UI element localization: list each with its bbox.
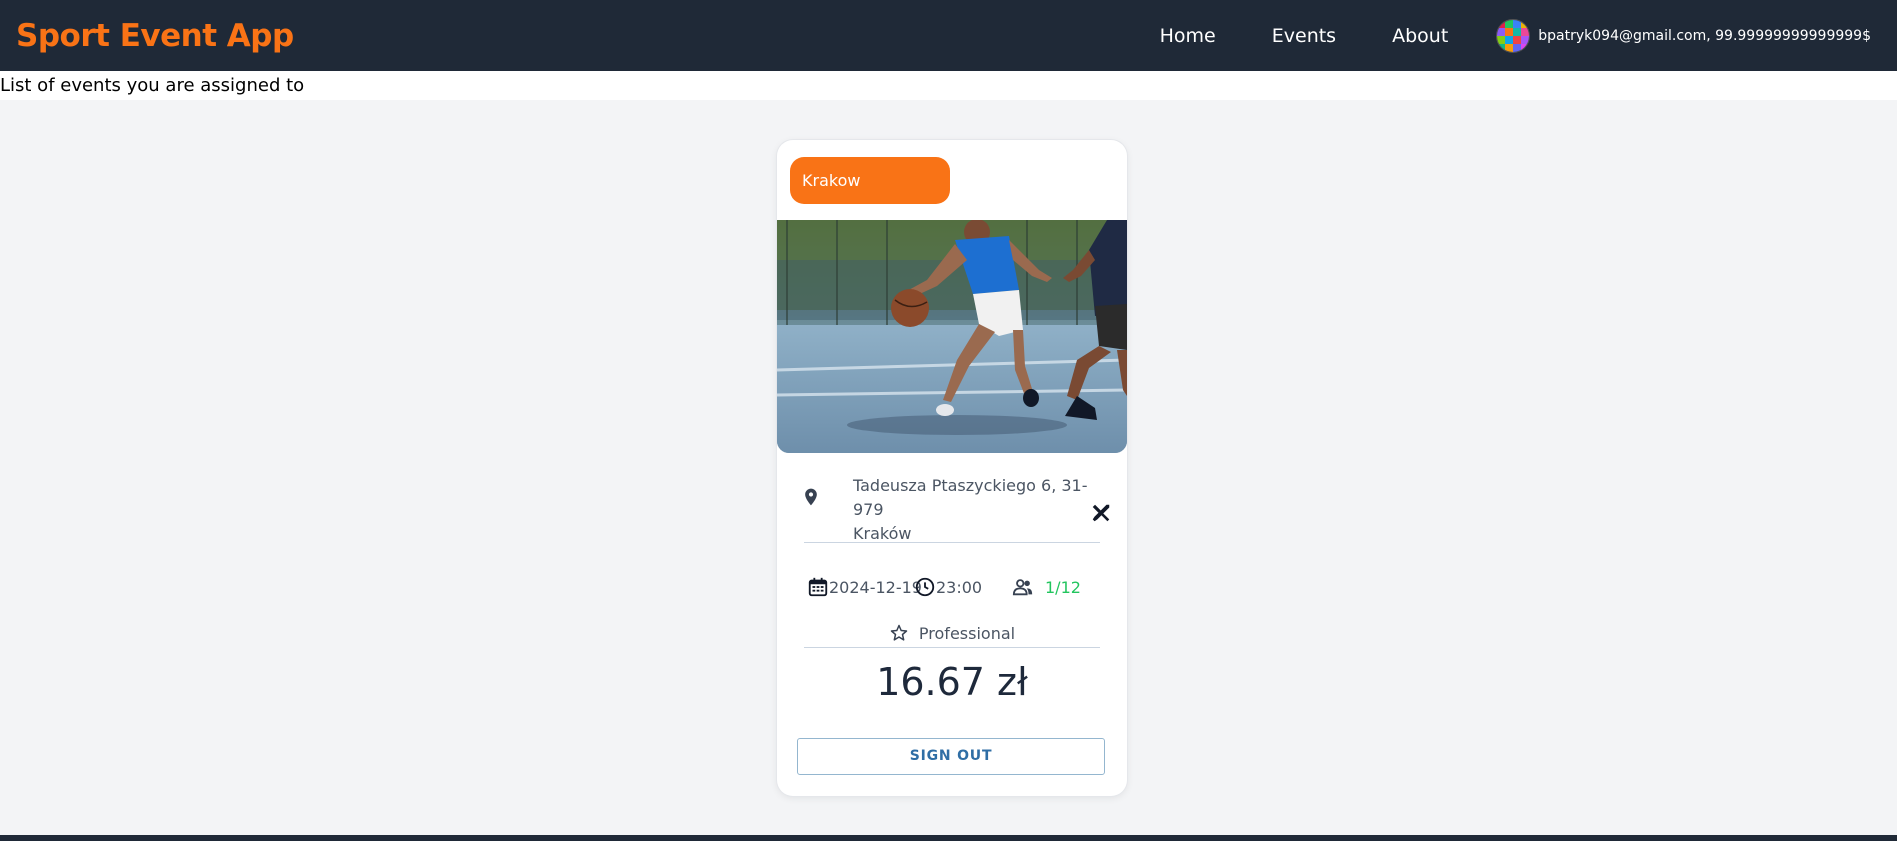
event-time: 23:00 bbox=[936, 577, 983, 597]
user-info: bpatryk094@gmail.com, 99.99999999999999$ bbox=[1538, 27, 1871, 44]
meta-row: 2024-12-19 23:00 1/12 bbox=[807, 573, 1107, 601]
level-row: Professional bbox=[777, 623, 1127, 643]
event-price: 16.67 zł bbox=[876, 660, 1028, 704]
nav-home[interactable]: Home bbox=[1160, 25, 1216, 47]
top-navbar: Sport Event App Home Events About bpatry… bbox=[0, 0, 1897, 71]
event-photo bbox=[777, 220, 1127, 453]
footer-bar bbox=[0, 835, 1897, 841]
address-line1: Tadeusza Ptaszyckiego 6, 31-979 bbox=[853, 476, 1088, 519]
players-count: 1/12 bbox=[1045, 577, 1081, 597]
people-icon bbox=[1012, 579, 1033, 596]
nav-right: Home Events About bpatryk094@gmail.com, … bbox=[1160, 18, 1871, 53]
user-menu[interactable]: bpatryk094@gmail.com, 99.99999999999999$ bbox=[1496, 18, 1871, 53]
star-icon bbox=[890, 624, 908, 641]
divider bbox=[804, 542, 1100, 543]
tools-icon bbox=[1092, 504, 1110, 522]
time-item: 23:00 bbox=[914, 573, 982, 601]
app-brand[interactable]: Sport Event App bbox=[16, 18, 294, 54]
calendar-icon bbox=[808, 577, 828, 597]
players-item: 1/12 bbox=[1010, 573, 1081, 601]
city-badge: Krakow bbox=[790, 157, 950, 204]
event-card: Krakow Tadeusza Ptaszyckiego 6, 31-979 K… bbox=[777, 140, 1127, 796]
date-item: 2024-12-19 bbox=[807, 573, 922, 601]
nav-about[interactable]: About bbox=[1392, 25, 1448, 47]
sign-out-button[interactable]: SIGN OUT bbox=[797, 738, 1105, 775]
event-date: 2024-12-19 bbox=[829, 577, 922, 597]
clock-icon bbox=[915, 577, 935, 597]
address: Tadeusza Ptaszyckiego 6, 31-979 Kraków bbox=[853, 474, 1103, 546]
nav-events[interactable]: Events bbox=[1272, 25, 1336, 47]
divider bbox=[804, 647, 1100, 648]
skill-level: Professional bbox=[918, 623, 1016, 643]
page-subtitle: List of events you are assigned to bbox=[0, 71, 1897, 100]
basketball-photo bbox=[777, 220, 1127, 453]
avatar[interactable] bbox=[1496, 18, 1531, 53]
location-pin-icon bbox=[805, 488, 817, 506]
